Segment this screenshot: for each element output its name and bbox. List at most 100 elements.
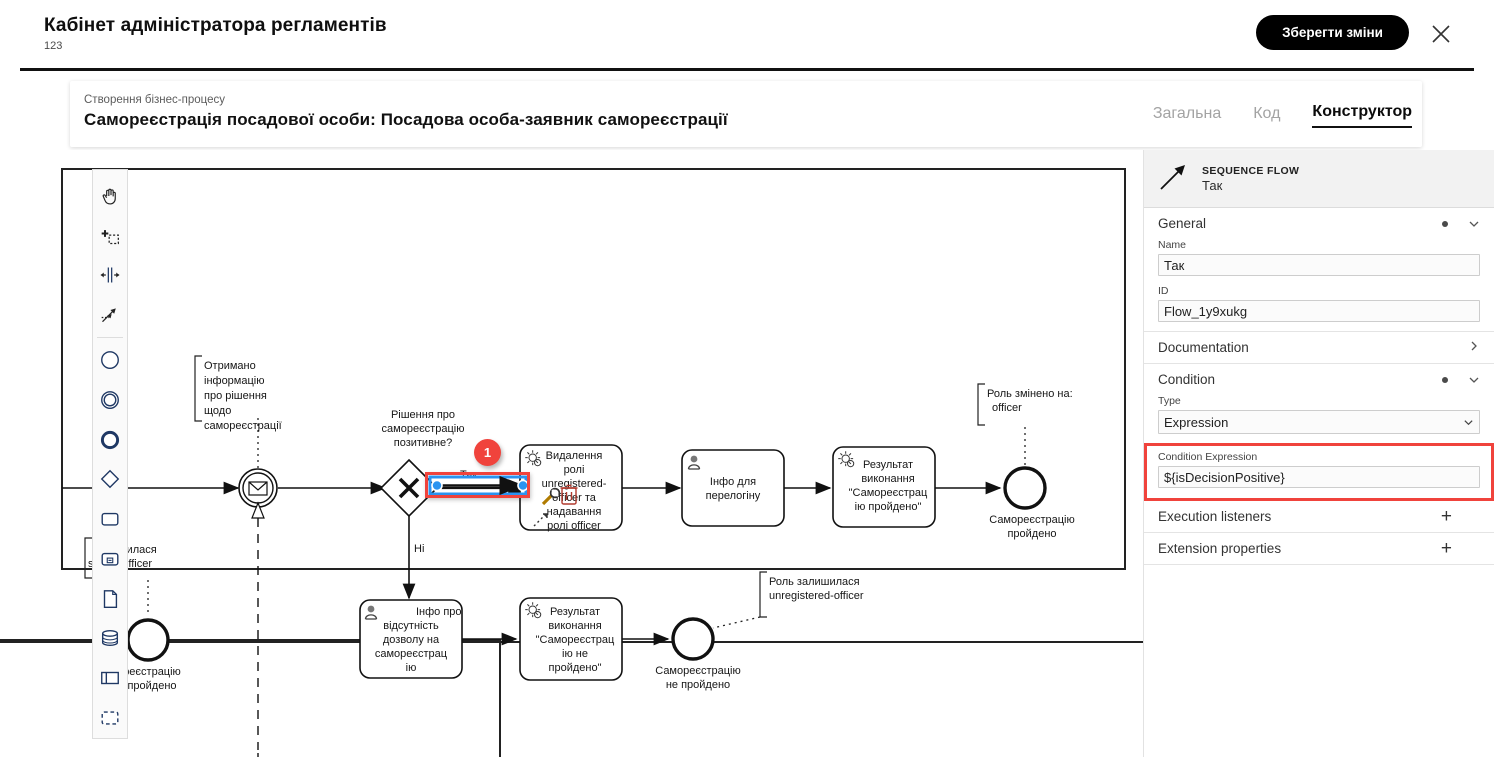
tab-bar: Загальна Код Конструктор — [1153, 103, 1412, 128]
id-input[interactable] — [1158, 300, 1480, 322]
tab-code[interactable]: Код — [1253, 105, 1280, 128]
bpmn-editor: Отримано інформацію про рішення щодо сам… — [0, 150, 1494, 757]
id-label: ID — [1158, 285, 1169, 297]
svg-text:ію: ію — [406, 662, 417, 674]
group-condition-header[interactable]: Condition — [1158, 364, 1480, 395]
group-condition-dot — [1442, 376, 1448, 383]
app-subtitle: 123 — [44, 40, 63, 52]
group-condition: Condition Type Expression — [1144, 364, 1494, 434]
sequence-flow-no: Ні — [402, 516, 424, 600]
group-documentation: Documentation — [1144, 332, 1494, 364]
header-titles: Кабінет адміністратора регламентів 123 — [44, 15, 387, 52]
svg-text:ролі: ролі — [564, 464, 585, 476]
chevron-down-icon[interactable] — [1468, 218, 1480, 230]
svg-text:unregistered-officer: unregistered-officer — [769, 590, 864, 602]
svg-text:реєстрацію: реєстрацію — [123, 666, 181, 678]
task-result-passed: Результат виконання "Самореєстрац ію про… — [832, 446, 936, 528]
data-object-icon[interactable] — [94, 579, 126, 619]
group-general-dot — [1442, 220, 1448, 227]
svg-text:Самореєстрацію: Самореєстрацію — [989, 514, 1074, 526]
svg-text:виконання: виконання — [548, 620, 601, 632]
hand-tool-icon[interactable] — [94, 176, 126, 216]
svg-text:пройдено": пройдено" — [549, 662, 602, 674]
space-tool-icon[interactable] — [94, 256, 126, 296]
message-start-event — [238, 468, 278, 508]
end-event-partial-left — [126, 618, 170, 662]
panel-element-name: Так — [1202, 178, 1223, 194]
group-general: General Name ID — [1144, 208, 1494, 332]
group-general-title: General — [1158, 216, 1207, 231]
svg-text:"Самореєстрац: "Самореєстрац — [536, 634, 615, 646]
svg-text:Рішення про: Рішення про — [391, 409, 455, 421]
highlight-rect-flow — [425, 472, 530, 498]
condition-type-select[interactable]: Expression — [1158, 410, 1480, 434]
bpmn-canvas[interactable]: Отримано інформацію про рішення щодо сам… — [0, 150, 1143, 757]
svg-text:надавання: надавання — [547, 506, 602, 518]
panel-element-type: SEQUENCE FLOW — [1202, 164, 1300, 177]
chevron-down-icon[interactable] — [1468, 374, 1480, 386]
svg-text:Ні: Ні — [414, 543, 424, 555]
header-divider — [20, 68, 1474, 71]
save-button[interactable]: Зберегти зміни — [1256, 15, 1409, 50]
svg-text:Отримано: Отримано — [204, 360, 256, 372]
tab-general[interactable]: Загальна — [1153, 105, 1221, 128]
svg-text:ролі officer: ролі officer — [547, 520, 601, 532]
group-condition-title: Condition — [1158, 372, 1216, 387]
add-extension-property-button[interactable]: + — [1441, 539, 1452, 558]
properties-panel: SEQUENCE FLOW Так General Name ID — [1143, 150, 1494, 757]
field-condition-type: Type Expression — [1158, 395, 1480, 434]
svg-text:самореєстрацію: самореєстрацію — [382, 423, 465, 435]
svg-text:Роль залишилася: Роль залишилася — [769, 576, 860, 588]
svg-text:відсутність: відсутність — [383, 620, 439, 632]
svg-text:самореєстрації: самореєстрації — [204, 420, 282, 432]
condition-expression-label: Condition Expression — [1158, 451, 1258, 463]
svg-text:"Самореєстрац: "Самореєстрац — [849, 487, 928, 499]
end-event-passed — [1003, 466, 1047, 510]
group-execution-listeners-title: Execution listeners — [1158, 509, 1272, 524]
task-result-failed: Результат виконання "Самореєстрац ію не … — [519, 597, 623, 681]
group-general-header[interactable]: General — [1158, 208, 1480, 239]
group-icon[interactable] — [94, 698, 126, 738]
group-execution-listeners: Execution listeners + — [1144, 501, 1494, 533]
task-info-relogin: Інфо для перелогіну — [681, 449, 785, 527]
tab-constructor[interactable]: Конструктор — [1312, 103, 1412, 128]
condition-type-label: Type — [1158, 395, 1181, 407]
add-execution-listener-button[interactable]: + — [1441, 507, 1452, 526]
breadcrumb: Створення бізнес-процесу — [84, 94, 225, 106]
group-extension-properties: Extension properties + — [1144, 533, 1494, 565]
condition-expression-input[interactable] — [1158, 466, 1480, 488]
intermediate-event-icon[interactable] — [94, 380, 126, 420]
bpmn-palette[interactable] — [92, 169, 128, 739]
close-icon[interactable] — [1428, 21, 1454, 47]
svg-text:Результат: Результат — [550, 606, 600, 618]
svg-text:самореєстрац: самореєстрац — [375, 648, 448, 660]
condition-expression-highlight: Condition Expression 2 — [1144, 443, 1494, 501]
svg-text:Самореєстрацію: Самореєстрацію — [655, 665, 740, 677]
name-input[interactable] — [1158, 254, 1480, 276]
end-event-icon[interactable] — [94, 420, 126, 460]
lasso-tool-icon[interactable] — [94, 216, 126, 256]
subprocess-expanded-icon[interactable] — [94, 539, 126, 579]
group-extension-properties-header[interactable]: Extension properties + — [1158, 533, 1480, 564]
chevron-right-icon[interactable] — [1468, 340, 1480, 355]
svg-text:про рішення: про рішення — [204, 390, 267, 402]
global-connect-tool-icon[interactable] — [94, 295, 126, 335]
group-execution-listeners-header[interactable]: Execution listeners + — [1158, 501, 1480, 532]
bpmn-diagram: Отримано інформацію про рішення щодо сам… — [0, 168, 1143, 757]
data-store-icon[interactable] — [94, 619, 126, 659]
start-event-icon[interactable] — [94, 340, 126, 380]
task-icon[interactable] — [94, 499, 126, 539]
svg-text:Інфо про: Інфо про — [416, 606, 462, 618]
annotation-start — [194, 355, 202, 422]
pool-icon[interactable] — [94, 658, 126, 698]
app-header: Кабінет адміністратора регламентів 123 З… — [0, 0, 1494, 68]
app-title: Кабінет адміністратора регламентів — [44, 15, 387, 36]
svg-text:officer: officer — [992, 402, 1022, 414]
svg-text:виконання: виконання — [861, 473, 914, 485]
svg-text:щодо: щодо — [204, 405, 231, 417]
gateway-icon[interactable] — [94, 459, 126, 499]
group-extension-properties-title: Extension properties — [1158, 541, 1282, 556]
group-documentation-header[interactable]: Documentation — [1158, 332, 1480, 363]
svg-text:ію не: ію не — [562, 648, 588, 660]
task-info-no-permission: Інфо про відсутність дозволу на самореєс… — [359, 599, 463, 679]
